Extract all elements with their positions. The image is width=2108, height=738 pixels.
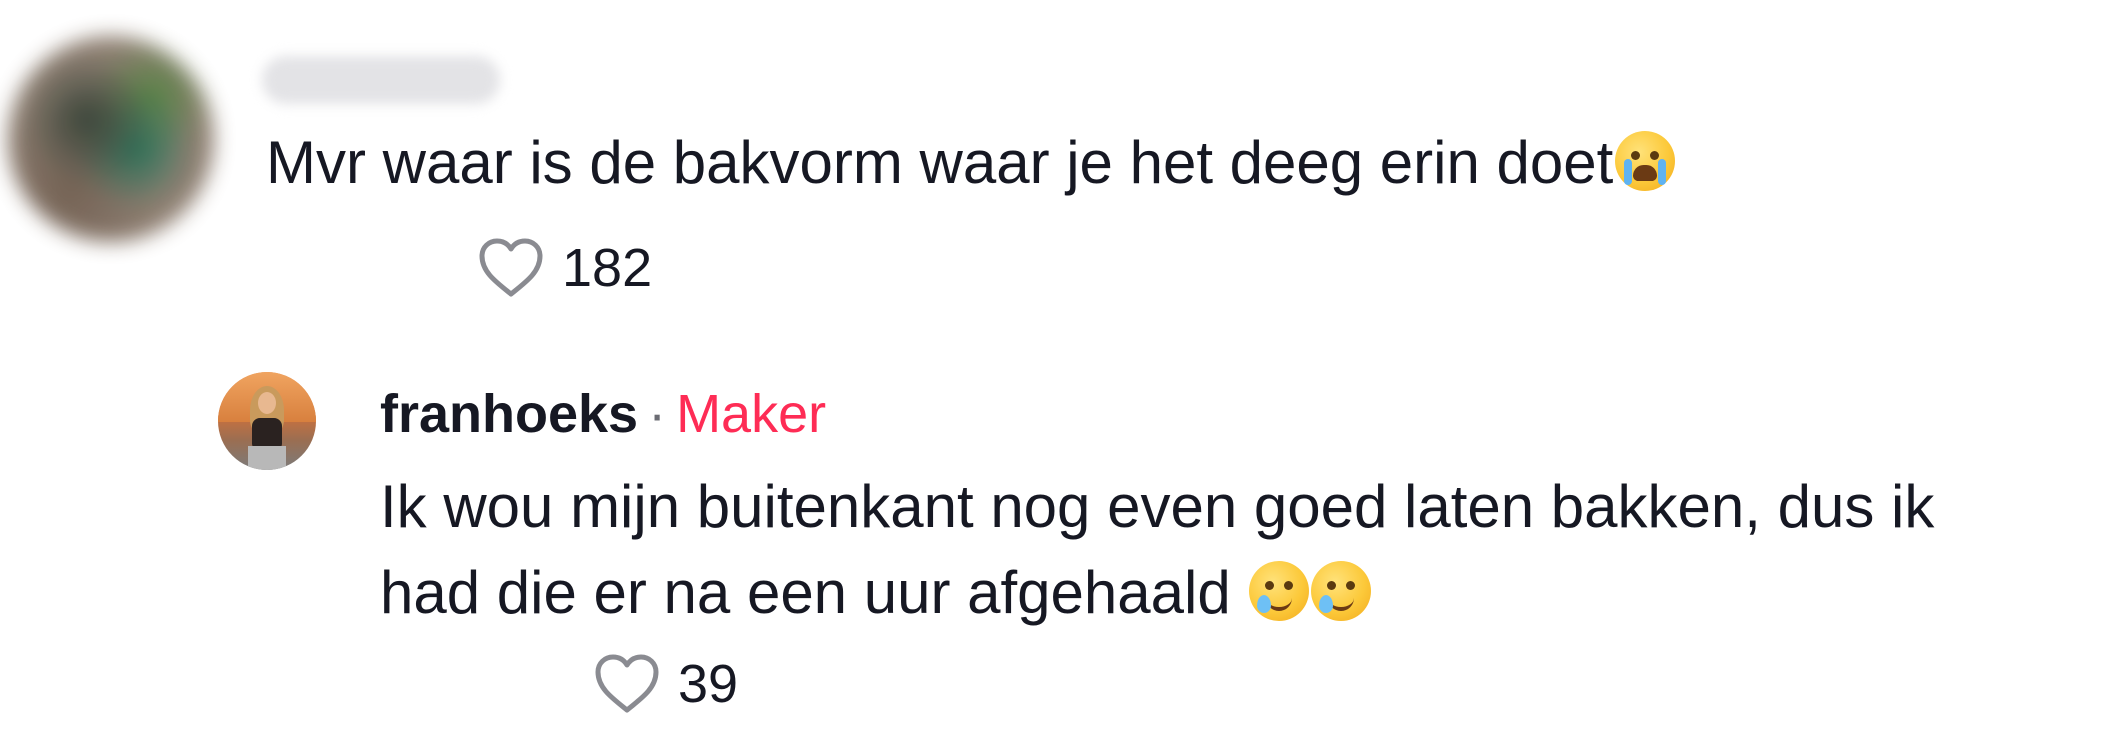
reply-item: franhoeks · Maker Ik wou mijn buitenkant n… xyxy=(0,360,2108,738)
reply-username[interactable]: franhoeks xyxy=(380,384,638,444)
reply-text-line-1: Ik wou mijn buitenkant nog even goed lat… xyxy=(380,473,1935,540)
creator-avatar[interactable] xyxy=(218,372,316,470)
avatar[interactable] xyxy=(8,36,214,242)
heart-outline-icon[interactable] xyxy=(476,236,546,300)
reply-text-line-2: had die er na een uur afgehaald xyxy=(380,559,1231,626)
comment-item: Mvr waar is de bakvorm waar je het deeg … xyxy=(0,0,2108,330)
maker-badge: Maker xyxy=(676,384,827,444)
comment-text-content: Mvr waar is de bakvorm waar je het deeg … xyxy=(266,129,1614,196)
separator-dot: · xyxy=(648,384,667,444)
heart-outline-icon[interactable] xyxy=(592,652,662,716)
like-control[interactable]: 182 xyxy=(476,236,652,300)
reply-text: Ik wou mijn buitenkant nog even goed lat… xyxy=(380,464,2108,636)
reply-text-line-2-wrap: had die er na een uur afgehaald xyxy=(380,550,2108,636)
loudly-crying-face-icon xyxy=(1615,131,1676,191)
like-count: 39 xyxy=(678,654,739,714)
comment-username-blurred[interactable] xyxy=(262,56,500,104)
face-holding-back-tears-icon xyxy=(1311,561,1372,621)
like-control[interactable]: 39 xyxy=(592,652,738,716)
like-count: 182 xyxy=(562,238,653,298)
face-holding-back-tears-icon xyxy=(1249,561,1310,621)
reply-header: franhoeks · Maker xyxy=(380,382,826,446)
comment-text: Mvr waar is de bakvorm waar je het deeg … xyxy=(266,126,1676,200)
